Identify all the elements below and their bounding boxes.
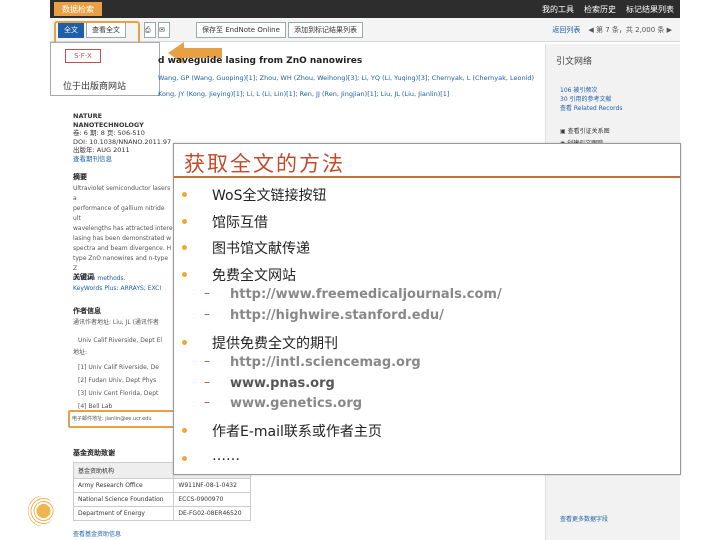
title-divider — [174, 176, 680, 178]
journal-name: NATURE NANOTECHNOLOGY — [73, 112, 144, 129]
free-site-link[interactable]: http://www.freemedicaljournals.com/ — [230, 287, 502, 302]
more-fields-link[interactable]: 查看更多数据字段 — [560, 514, 608, 523]
citation-network-title: 引文网络 — [556, 57, 593, 67]
abstract-text: Ultraviolet semiconductor lasers a perfo… — [73, 185, 173, 282]
free-site-link[interactable]: http://highwire.stanford.edu/ — [230, 308, 444, 323]
journal-site-link[interactable]: http://intl.sciencemag.org — [230, 355, 421, 370]
authors-line[interactable]: Wang, GP (Wang, Guoping)[1]; Zhou, WH (Z… — [158, 74, 534, 82]
bullet-icon — [182, 428, 187, 433]
keywords-heading: 关键词 — [73, 273, 94, 281]
bullet-icon — [182, 340, 187, 345]
method-item: WoS全文链接按钮 — [212, 188, 327, 204]
method-item: 免费全文网站 — [212, 268, 296, 284]
citation-map-link[interactable]: ▣ 查看引证关系图 — [560, 126, 610, 138]
record-metadata: NATURE NANOTECHNOLOGY 卷: 6 期: 8 页: 506-5… — [73, 112, 173, 163]
method-item: …… — [212, 448, 240, 464]
address-list: Univ Calif Riverside, Dept El [1] Univ C… — [78, 337, 163, 410]
publish-date: 出版年: AUG 2011 — [73, 146, 130, 154]
table-row: Army Research Office W911NF-08-1-0432 — [72, 478, 251, 493]
bullet-icon — [182, 245, 187, 250]
cited-references-link[interactable]: 30 引用的参考文献 — [560, 95, 622, 104]
map-icon: ▣ — [560, 128, 566, 135]
record-pager[interactable]: ◀ 第 7 条，共 2,000 条 ▶ — [588, 25, 672, 35]
dash-marker: – — [204, 354, 210, 368]
bullet-icon — [182, 272, 187, 277]
author-email[interactable]: 电子邮件地址: jianlin@ee.ucr.edu — [72, 414, 152, 424]
nav-marked-list[interactable]: 标记结果列表 — [626, 4, 674, 15]
bullet-icon — [182, 456, 187, 461]
times-cited-link[interactable]: 106 被引频次 — [560, 86, 622, 95]
nav-my-tools[interactable]: 我的工具 — [542, 4, 574, 15]
table-row: National Science Foundation ECCS-0900970 — [72, 492, 251, 507]
endnote-save-button[interactable]: 保存至 EndNote Online — [196, 22, 286, 38]
top-nav-bar: 数据检索 我的工具 检索历史 标记结果列表 — [50, 0, 680, 18]
sfx-link-button[interactable]: S·F·X — [65, 49, 101, 63]
email-icon[interactable]: ✉ — [158, 22, 170, 38]
journal-info-link[interactable]: 查看期刊信息 — [73, 155, 173, 164]
fulltext-methods-overlay: 获取全文的方法 WoS全文链接按钮 馆际互借 图书馆文献传递 免费全文网站 – … — [173, 143, 681, 475]
funding-heading: 基金资助致谢 — [73, 449, 115, 457]
dash-marker: – — [204, 375, 210, 389]
keywords-plus[interactable]: KeyWords Plus: ARRAYS; EXCI — [73, 284, 161, 294]
method-item: 馆际互借 — [212, 215, 268, 231]
authors-line[interactable]: Kong, JY (Kong, Jieying)[1]; Li, L (Li, … — [158, 90, 449, 98]
add-to-marked-list-button[interactable]: 添加到标记结果列表 — [288, 22, 363, 38]
method-item: 提供免费全文的期刊 — [212, 336, 338, 352]
volume-issue: 卷: 6 期: 8 页: 506-510 — [73, 129, 145, 137]
nav-search-history[interactable]: 检索历史 — [584, 4, 616, 15]
dash-marker: – — [204, 395, 210, 409]
publisher-site-link[interactable]: 位于出版商网站 — [63, 79, 126, 92]
journal-site-link[interactable]: www.genetics.org — [230, 396, 362, 411]
related-records-link[interactable]: 查看 Related Records — [560, 104, 622, 113]
fulltext-dropdown: S·F·X 位于出版商网站 — [50, 42, 160, 96]
method-item: 图书馆文献传递 — [212, 241, 310, 257]
dash-marker: – — [204, 307, 210, 321]
table-row: Department of Energy DE-FG02-08ER46520 — [72, 506, 251, 521]
abstract-heading: 摘要 — [73, 173, 87, 181]
journal-site-link[interactable]: www.pnas.org — [230, 376, 335, 391]
dash-marker: – — [204, 286, 210, 300]
bullet-icon — [182, 219, 187, 224]
method-item: 作者E-mail联系或作者主页 — [212, 424, 382, 440]
bullet-icon — [182, 192, 187, 197]
logo-icon — [28, 496, 54, 526]
overlay-title: 获取全文的方法 — [184, 152, 345, 176]
record-toolbar: 全文 查看全文 ⎙ ✉ 保存至 EndNote Online 添加到标记结果列表… — [50, 18, 680, 42]
back-to-list-link[interactable]: 返回列表 — [552, 25, 580, 35]
funding-more-link[interactable]: 查看基金资助信息 — [73, 530, 121, 539]
article-title: d waveguide lasing from ZnO nanowires — [158, 56, 363, 66]
print-icon[interactable]: ⎙ — [144, 22, 156, 38]
doi: DOI: 10.1038/NNANO.2011.97 — [73, 137, 172, 146]
reprint-address: 通讯作者地址: Liu, JL (通讯作者 — [73, 319, 159, 326]
tab-search[interactable]: 数据检索 — [54, 2, 102, 16]
funding-col-agency: 基金资助机构 — [72, 462, 175, 479]
author-info-heading: 作者信息 — [73, 307, 101, 315]
